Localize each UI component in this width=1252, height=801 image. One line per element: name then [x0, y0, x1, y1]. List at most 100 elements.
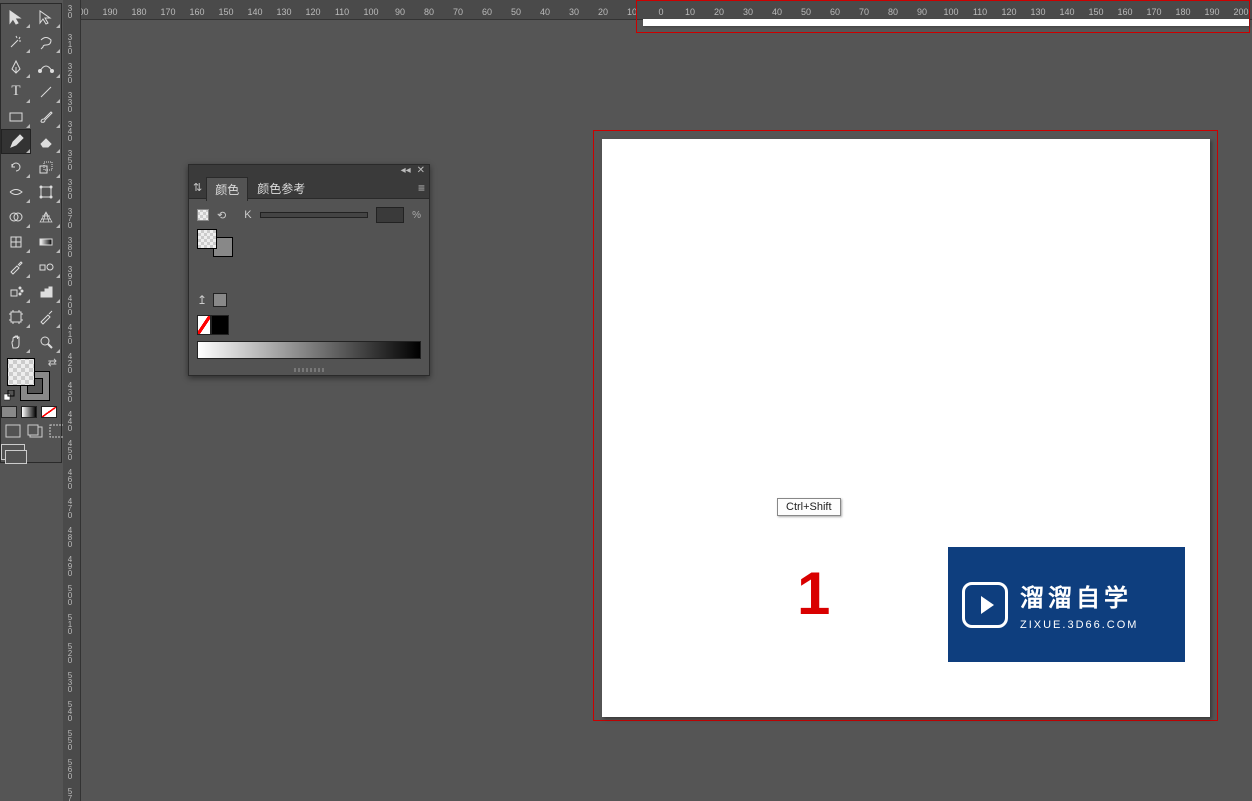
ruler-v-label: 460	[65, 469, 75, 490]
panel-fill-large-swatch[interactable]	[197, 229, 217, 249]
draw-normal-icon[interactable]	[5, 424, 21, 438]
panel-menu-icon[interactable]: ≡	[418, 181, 425, 195]
tab-color-guide[interactable]: 颜色参考	[248, 176, 314, 200]
panel-close-icon[interactable]: ✕	[417, 167, 425, 175]
eraser-tool[interactable]	[31, 129, 61, 154]
slice-tool[interactable]	[31, 304, 61, 329]
ruler-v-label: 450	[65, 440, 75, 461]
ruler-v-label: 440	[65, 411, 75, 432]
ruler-v-label: 570	[65, 788, 75, 801]
ruler-v-label: 490	[65, 556, 75, 577]
panel-last-color-swatch[interactable]	[213, 293, 227, 307]
rotate-tool[interactable]	[1, 154, 31, 179]
ruler-v-label: 550	[65, 730, 75, 751]
artboard-outline-top	[636, 0, 1250, 33]
shape-builder-tool[interactable]	[1, 204, 31, 229]
eyedropper-tool[interactable]	[1, 254, 31, 279]
blend-tool[interactable]	[31, 254, 61, 279]
type-tool[interactable]: T	[1, 79, 31, 104]
ruler-v-label: 350	[65, 150, 75, 171]
screen-mode-icon[interactable]	[1, 444, 25, 460]
magic-wand-tool[interactable]	[1, 29, 31, 54]
ruler-h-label: 90	[395, 7, 405, 17]
column-graph-tool[interactable]	[31, 279, 61, 304]
width-tool[interactable]	[1, 179, 31, 204]
grayscale-spectrum[interactable]	[197, 341, 421, 359]
line-segment-tool[interactable]	[31, 79, 61, 104]
rectangle-tool[interactable]	[1, 104, 31, 129]
ruler-v-label: 410	[65, 324, 75, 345]
curvature-tool[interactable]	[31, 54, 61, 79]
free-transform-tool[interactable]	[31, 179, 61, 204]
ruler-v-label: 400	[65, 295, 75, 316]
ruler-h-label: 190	[102, 7, 117, 17]
keyboard-tooltip: Ctrl+Shift	[777, 498, 841, 516]
ruler-v-label: 470	[65, 498, 75, 519]
ruler-h-label: 80	[424, 7, 434, 17]
scale-tool[interactable]	[31, 154, 61, 179]
panel-collapse-icon[interactable]: ◂◂	[401, 167, 411, 175]
color-panel[interactable]: ◂◂ ✕ ⇅ 颜色 颜色参考 ≡ ⟲ K % ↥	[188, 164, 430, 376]
artboard-tool[interactable]	[1, 304, 31, 329]
artboard-text-1[interactable]: 1	[797, 559, 830, 628]
ruler-h-label: 120	[305, 7, 320, 17]
ruler-h-label: 180	[131, 7, 146, 17]
ruler-v-label: 360	[65, 179, 75, 200]
ruler-v-label: 310	[65, 34, 75, 55]
direct-selection-tool[interactable]	[31, 4, 61, 29]
panel-fill-swatch[interactable]	[197, 209, 209, 221]
panel-swap-icon[interactable]: ⟲	[217, 209, 226, 222]
lasso-tool[interactable]	[31, 29, 61, 54]
tab-color[interactable]: 颜色	[206, 177, 248, 201]
ruler-h-label: 40	[540, 7, 550, 17]
ruler-v-label: 510	[65, 614, 75, 635]
watermark-title: 溜溜自学	[1020, 578, 1138, 613]
k-value-input[interactable]	[376, 207, 404, 223]
ruler-v-label: 370	[65, 208, 75, 229]
panel-cycle-icon[interactable]: ⇅	[189, 181, 206, 194]
pen-tool[interactable]	[1, 54, 31, 79]
ruler-v-label: 520	[65, 643, 75, 664]
ruler-h-label: 140	[247, 7, 262, 17]
mesh-tool[interactable]	[1, 229, 31, 254]
gradient-tool[interactable]	[31, 229, 61, 254]
none-color-swatch[interactable]	[197, 315, 211, 335]
symbol-sprayer-tool[interactable]	[1, 279, 31, 304]
panel-resize-grip[interactable]	[189, 365, 429, 375]
canvas-area[interactable]: Ctrl+Shift 1 溜溜自学 ZIXUE.3D66.COM	[81, 20, 1252, 801]
ruler-v-label: 330	[65, 92, 75, 113]
fill-stroke-control: ⇄	[1, 354, 61, 404]
panel-tabs: ⇅ 颜色 颜色参考 ≡	[189, 177, 429, 199]
panel-expand-icon[interactable]: ↥	[197, 293, 207, 307]
fill-color-mode[interactable]	[1, 406, 17, 418]
fill-swatch[interactable]	[7, 358, 35, 386]
ruler-h-label: 150	[218, 7, 233, 17]
hand-tool[interactable]	[1, 329, 31, 354]
fill-gradient-mode[interactable]	[21, 406, 37, 418]
ruler-h-label: 30	[569, 7, 579, 17]
ruler-v-label: 30	[65, 5, 75, 19]
k-label: K	[244, 209, 251, 221]
ruler-h-label: 130	[276, 7, 291, 17]
k-slider[interactable]	[260, 212, 369, 218]
ruler-v-label: 530	[65, 672, 75, 693]
zoom-tool[interactable]	[31, 329, 61, 354]
ruler-v-label: 540	[65, 701, 75, 722]
vertical-ruler: 3031032033034035036037038039040041042043…	[63, 0, 81, 801]
pencil-tool[interactable]	[1, 129, 31, 154]
perspective-grid-tool[interactable]	[31, 204, 61, 229]
ruler-h-label: 110	[335, 7, 349, 17]
ruler-h-label: 160	[189, 7, 204, 17]
paintbrush-tool[interactable]	[31, 104, 61, 129]
fill-none-mode[interactable]	[41, 406, 57, 418]
selection-tool[interactable]	[1, 4, 31, 29]
watermark-banner: 溜溜自学 ZIXUE.3D66.COM	[948, 547, 1185, 662]
draw-behind-icon[interactable]	[27, 424, 43, 438]
default-fill-stroke-icon[interactable]	[4, 389, 16, 401]
black-color-swatch[interactable]	[211, 315, 229, 335]
toolbox: T ⇄	[0, 3, 62, 463]
ruler-v-label: 340	[65, 121, 75, 142]
ruler-h-label: 20	[598, 7, 608, 17]
k-percent-label: %	[412, 210, 421, 221]
ruler-v-label: 480	[65, 527, 75, 548]
